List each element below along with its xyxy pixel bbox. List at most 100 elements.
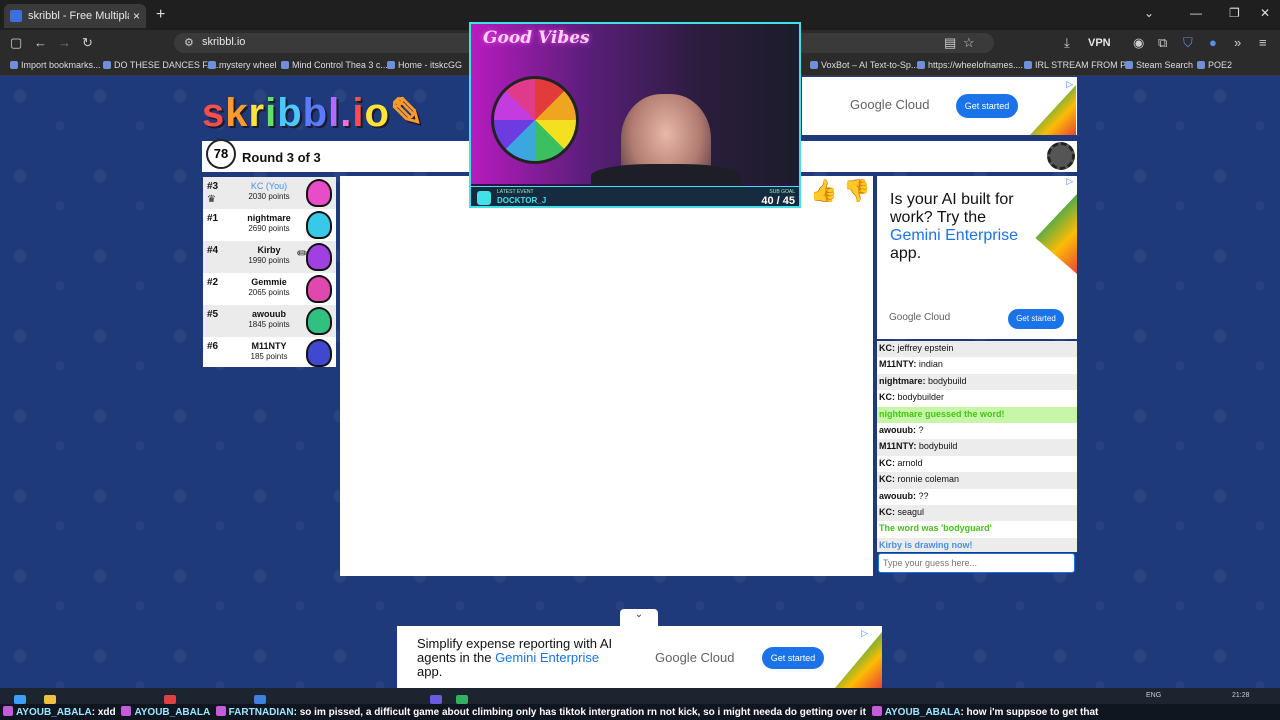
goal-count: 40 / 45 [761,195,795,207]
shield-icon[interactable]: ⛉ [1183,35,1193,51]
bookmark-item[interactable]: POE2 [1197,60,1232,70]
adchoices-icon[interactable]: ▷ [1066,176,1073,187]
emote-icon [121,706,132,716]
player-name: Gemmie [251,277,287,287]
chat-message: KC: seagul [877,504,1077,522]
ad-banner-side[interactable]: Is your AI built for work? Try the Gemin… [877,176,1077,339]
ad-banner-top[interactable]: Google Cloud Get started ▷ [802,77,1077,135]
ad-brand: Google Cloud [655,650,735,665]
player-avatar [306,243,332,271]
bookmark-item[interactable]: IRL STREAM FROM PC [1024,60,1133,70]
tab-title: skribbl - Free Multiplayer D [28,10,129,22]
app-icon[interactable] [254,695,266,704]
explorer-icon[interactable] [44,695,56,704]
folder-icon [1197,61,1205,69]
menu-icon[interactable]: ≡ [1259,35,1267,50]
ad-banner-bottom[interactable]: Simplify expense reporting with AI agent… [397,626,882,688]
player-list: #3 ♛ KC (You) 2030 points #1 nightmare 2… [203,177,336,367]
skribbl-logo: skribbl.io✎ [202,91,425,135]
start-icon[interactable] [14,695,26,704]
bookmark-item[interactable]: Home - itskcGG [387,60,462,70]
chat-message: awouub: ? [879,424,924,435]
player-row[interactable]: #2 Gemmie 2065 points [203,273,336,305]
player-row[interactable]: #3 ♛ KC (You) 2030 points [203,177,336,209]
player-row[interactable]: #6 M11NTY 185 points [203,337,336,369]
app-icon[interactable] [456,695,468,704]
player-name: KC (You) [250,181,288,191]
chat-message: KC: ronnie coleman [877,472,1077,489]
reader-mode-icon[interactable]: ▤ [944,35,956,51]
url-text[interactable]: skribbl.io [202,36,245,48]
player-points: 185 points [250,352,288,361]
ad-cta-button[interactable]: Get started [956,94,1018,118]
vote-buttons: 👍 👎 [810,178,871,204]
back-icon[interactable]: ← [34,35,47,50]
bookmark-item[interactable]: DO THESE DANCES FA... [103,60,221,70]
tab-close-icon[interactable]: × [133,9,140,23]
vpn-button[interactable]: VPN [1088,37,1111,49]
prize-wheel-image [491,76,579,164]
adchoices-icon[interactable]: ▷ [861,628,868,639]
player-avatar [306,275,332,303]
new-tab-button[interactable]: + [156,6,165,24]
chat-message: nightmare: bodybuild [877,373,1077,391]
chat-message: KC: jeffrey epstein [877,341,1077,358]
tab-list-chevron-icon[interactable]: ⌄ [1144,6,1154,20]
bookmark-item[interactable]: https://wheelofnames.... [917,60,1023,70]
player-row[interactable]: #5 awouub 1845 points [203,305,336,337]
settings-gear-icon[interactable] [1047,142,1075,170]
player-points: 2690 points [248,224,290,233]
ad-brand: Google Cloud [889,312,951,323]
thumbs-down-icon[interactable]: 👎 [843,178,870,203]
app-icon[interactable] [164,695,176,704]
player-rank: #2 [207,277,219,288]
ad-headline: Is your AI built for work? Try the Gemin… [890,191,1019,262]
drawing-canvas[interactable] [340,176,873,576]
profile-icon[interactable]: ● [1209,35,1217,50]
ad-graphic-icon [1035,194,1077,274]
event-name: DOCKTOR_J [497,196,547,205]
language-indicator[interactable]: ENG [1146,692,1161,699]
bookmark-item[interactable]: Mind Control Thea 3 c... [281,60,388,70]
chat-message-correct: nightmare guessed the word! [877,406,1077,423]
player-name: awouub [252,309,286,319]
player-row[interactable]: #1 nightmare 2690 points [203,209,336,241]
more-chevron-icon[interactable]: » [1234,35,1241,50]
discord-icon[interactable] [430,695,442,704]
site-info-icon[interactable]: ⚙ [184,36,194,49]
download-icon[interactable]: ⤓ [1064,35,1070,51]
event-icon [477,191,491,205]
ad-graphic-icon [835,632,882,688]
close-window-icon[interactable]: ✕ [1260,6,1270,20]
minimize-icon[interactable]: — [1190,6,1202,20]
round-indicator: Round 3 of 3 [242,150,321,165]
collapse-ad-chevron-icon[interactable]: ⌄ [620,609,658,626]
forward-icon[interactable]: → [58,35,71,50]
guess-input[interactable] [878,553,1075,573]
ad-cta-button[interactable]: Get started [1008,309,1064,329]
reload-icon[interactable]: ↻ [82,35,93,51]
bookmark-icon [208,61,216,69]
adchoices-icon[interactable]: ▷ [1066,79,1073,90]
player-avatar [306,211,332,239]
bookmark-icon [387,61,395,69]
chat-message: awouub: ?? [879,490,929,501]
bookmark-item[interactable]: Import bookmarks... [10,60,101,70]
bookmark-item[interactable]: VoxBot – AI Text-to-Sp... [810,60,918,70]
account-icon[interactable]: ◉ [1133,35,1144,51]
tab-skribbl[interactable]: skribbl - Free Multiplayer D × [4,4,146,28]
restore-icon[interactable]: ❐ [1229,6,1240,20]
bookmark-star-icon[interactable]: ☆ [963,35,975,51]
event-label: LATEST EVENT [497,189,534,195]
thumbs-up-icon[interactable]: 👍 [810,178,837,203]
clock[interactable]: 21:28 [1232,692,1250,699]
player-points: 1845 points [248,320,290,329]
bookmark-item[interactable]: mystery wheel [208,60,277,70]
neon-sign: Good Vibes [483,28,590,48]
player-row[interactable]: #4 Kirby 1990 points ✏ [203,241,336,273]
bookmark-item[interactable]: Steam Search [1125,60,1193,70]
ad-cta-button[interactable]: Get started [762,647,824,669]
player-points: 2065 points [248,288,290,297]
sidebar-toggle-icon[interactable]: ▢ [10,35,22,51]
extensions-icon[interactable]: ⧉ [1158,35,1167,51]
